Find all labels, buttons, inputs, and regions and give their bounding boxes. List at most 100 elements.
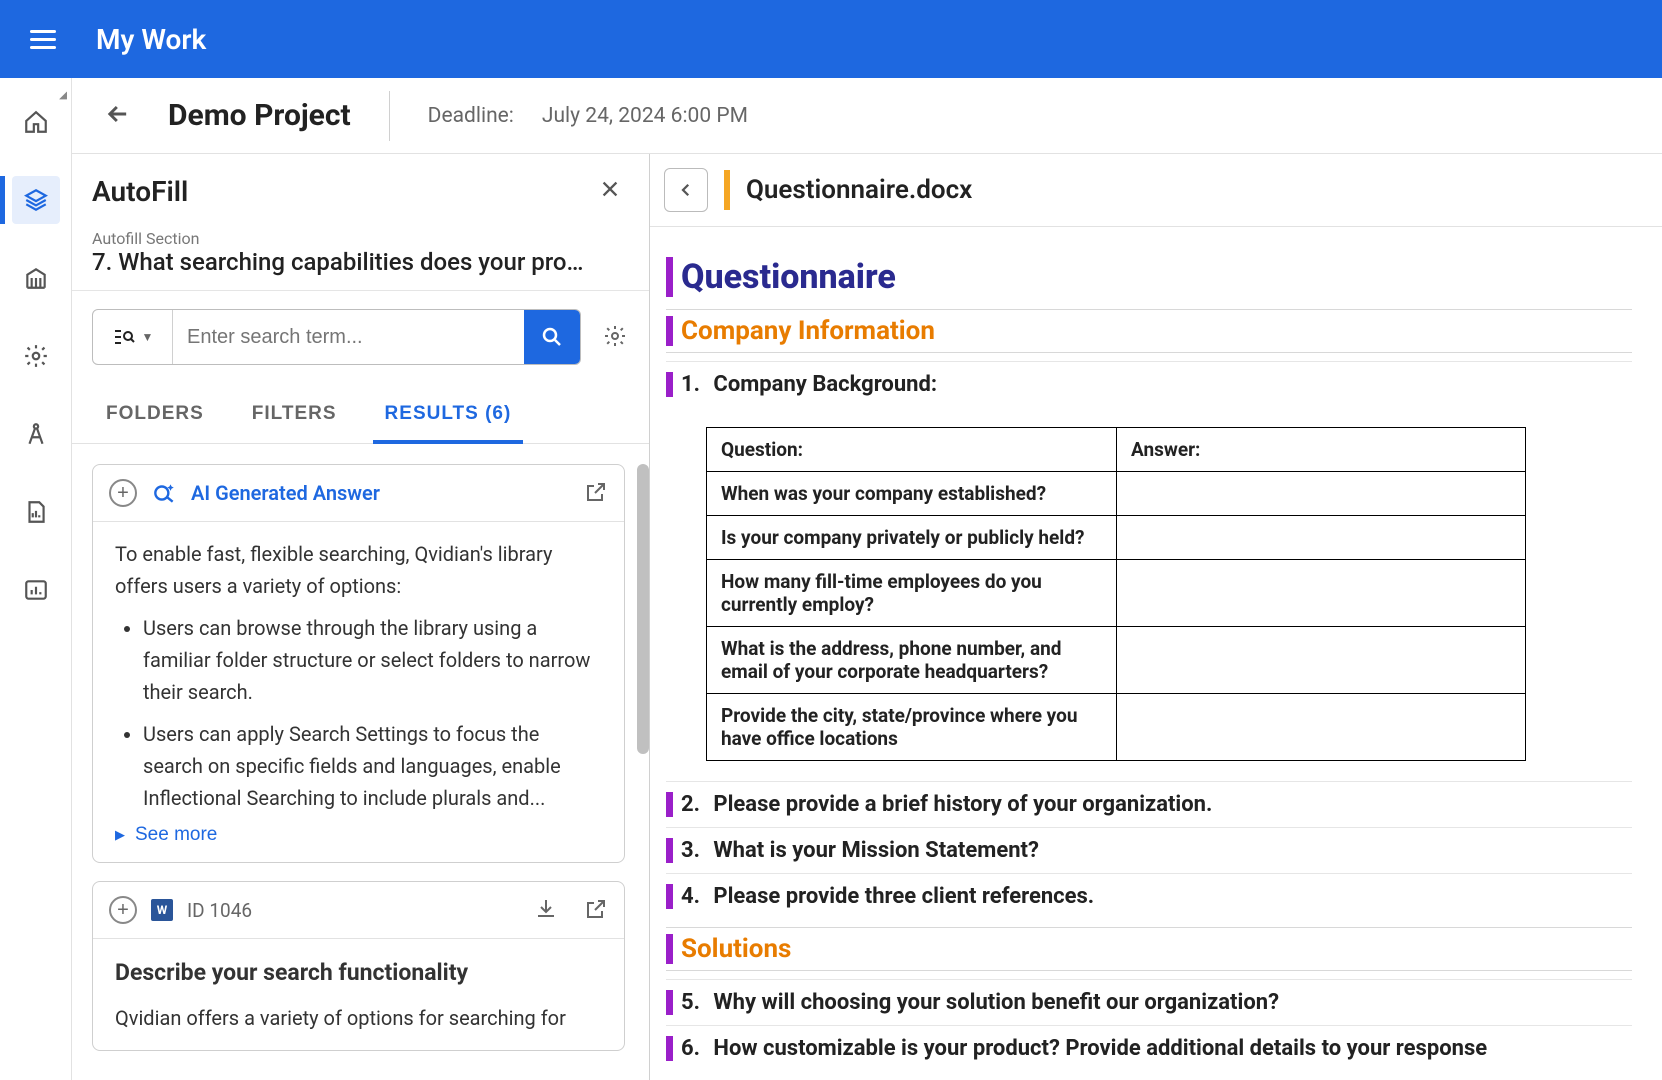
ai-answer-label: AI Generated Answer	[191, 481, 570, 505]
rail-caret-2: ◢	[59, 90, 67, 101]
table-cell-answer[interactable]	[1117, 472, 1526, 516]
search-compound: ▼	[92, 309, 581, 365]
q-text: Why will choosing your solution benefit …	[713, 990, 1279, 1015]
doc-section-company: Company Information	[666, 316, 1632, 346]
arrow-left-icon	[104, 100, 132, 128]
autofill-title: AutoFill	[92, 175, 188, 208]
q-num: 3.	[681, 838, 700, 863]
table-cell: How many fill-time employees do you curr…	[707, 560, 1117, 627]
ai-intro: To enable fast, flexible searching, Qvid…	[115, 538, 602, 602]
library-icon	[23, 265, 49, 291]
q-num: 2.	[681, 792, 700, 817]
chevron-down-icon: ▼	[142, 330, 154, 344]
table-cell: What is the address, phone number, and e…	[707, 627, 1117, 694]
left-nav-rail: ◢ ◢	[0, 78, 72, 1080]
autofill-section-title: 7. What searching capabilities does your…	[92, 248, 629, 276]
collapse-panel-button[interactable]	[664, 168, 708, 212]
document-filename: Questionnaire.docx	[746, 175, 972, 205]
autofill-panel: AutoFill Autofill Section 7. What search…	[72, 154, 650, 1080]
result-excerpt: Qvidian offers a variety of options for …	[115, 1002, 602, 1034]
company-info-table: Question: Answer: When was your company …	[706, 427, 1526, 761]
search-settings-button[interactable]	[595, 316, 635, 359]
chevron-left-icon	[677, 181, 695, 199]
search-button[interactable]	[524, 310, 580, 364]
q-text: What is your Mission Statement?	[713, 838, 1039, 863]
search-input[interactable]	[173, 310, 524, 364]
deadline-label: Deadline:	[428, 104, 514, 128]
document-scroll[interactable]: Questionnaire Company Information 1. Com…	[650, 227, 1662, 1080]
deadline-value: July 24, 2024 6:00 PM	[542, 104, 748, 128]
doc-heading-1: Questionnaire	[666, 257, 1632, 297]
add-result-button[interactable]: +	[109, 896, 137, 924]
layers-icon	[23, 187, 49, 213]
project-header: Demo Project Deadline: July 24, 2024 6:0…	[72, 78, 1662, 154]
nav-home[interactable]	[12, 98, 60, 146]
table-header-answer: Answer:	[1117, 428, 1526, 472]
open-external-button[interactable]	[584, 480, 608, 507]
nav-settings[interactable]	[12, 332, 60, 380]
result-card: + W ID 1046 Describe your search funct	[92, 881, 625, 1051]
back-button[interactable]	[96, 92, 140, 139]
nav-architect[interactable]	[12, 410, 60, 458]
result-tabs: FOLDERS FILTERS RESULTS (6)	[72, 375, 649, 444]
q-num: 1.	[681, 372, 700, 397]
close-icon	[599, 178, 621, 200]
result-title: Describe your search functionality	[115, 955, 602, 992]
open-external-button[interactable]	[584, 897, 608, 924]
tab-results[interactable]: RESULTS (6)	[381, 393, 516, 443]
search-list-icon	[112, 325, 136, 349]
table-cell: When was your company established?	[707, 472, 1117, 516]
see-more-label: See more	[135, 824, 217, 846]
q-text: Please provide three client references.	[713, 884, 1094, 909]
q-num: 6.	[681, 1036, 700, 1061]
document-pane: Questionnaire.docx Questionnaire Company…	[650, 154, 1662, 1080]
nav-layers[interactable]	[12, 176, 60, 224]
doc-section-solutions: Solutions	[666, 934, 1632, 964]
report-doc-icon	[23, 499, 49, 525]
ai-bullet: Users can browse through the library usi…	[143, 612, 602, 708]
nav-analytics[interactable]	[12, 566, 60, 614]
table-cell: Provide the city, state/province where y…	[707, 694, 1117, 761]
result-id: ID 1046	[187, 899, 520, 922]
word-doc-icon: W	[151, 899, 173, 921]
results-list[interactable]: + AI Generated Answer To enable fast, fl…	[72, 444, 649, 1080]
ai-answer-card: + AI Generated Answer To enable fast, fl…	[92, 464, 625, 863]
tab-filters[interactable]: FILTERS	[248, 393, 341, 443]
doc-accent-bar	[724, 170, 730, 210]
table-cell-answer[interactable]	[1117, 694, 1526, 761]
q-text: How customizable is your product? Provid…	[713, 1036, 1487, 1061]
download-icon	[534, 897, 558, 921]
bar-chart-icon	[23, 577, 49, 603]
q-text: Please provide a brief history of your o…	[713, 792, 1212, 817]
ai-bullet: Users can apply Search Settings to focus…	[143, 718, 602, 814]
gear-icon	[603, 324, 627, 348]
hamburger-menu-button[interactable]	[20, 15, 66, 64]
scrollbar-thumb[interactable]	[637, 464, 649, 754]
close-autofill-button[interactable]	[591, 172, 629, 211]
autofill-section-label: Autofill Section	[92, 229, 629, 248]
table-cell-answer[interactable]	[1117, 560, 1526, 627]
search-icon	[540, 325, 564, 349]
add-answer-button[interactable]: +	[109, 479, 137, 507]
download-button[interactable]	[534, 897, 558, 924]
q-text: Company Background:	[713, 372, 937, 397]
external-link-icon	[584, 897, 608, 921]
see-more-button[interactable]: ▶ See more	[115, 824, 217, 846]
table-cell-answer[interactable]	[1117, 516, 1526, 560]
project-name: Demo Project	[168, 98, 351, 133]
nav-library[interactable]	[12, 254, 60, 302]
table-cell: Is your company privately or publicly he…	[707, 516, 1117, 560]
compass-icon	[23, 421, 49, 447]
nav-report-doc[interactable]	[12, 488, 60, 536]
app-title: My Work	[96, 23, 206, 56]
divider	[389, 91, 390, 141]
search-type-dropdown[interactable]: ▼	[93, 310, 173, 364]
external-link-icon	[584, 480, 608, 504]
chevron-right-icon: ▶	[115, 827, 125, 843]
gear-icon	[23, 343, 49, 369]
table-cell-answer[interactable]	[1117, 627, 1526, 694]
tab-folders[interactable]: FOLDERS	[102, 393, 208, 443]
q-num: 4.	[681, 884, 700, 909]
q-num: 5.	[681, 990, 700, 1015]
top-bar: My Work	[0, 0, 1662, 78]
